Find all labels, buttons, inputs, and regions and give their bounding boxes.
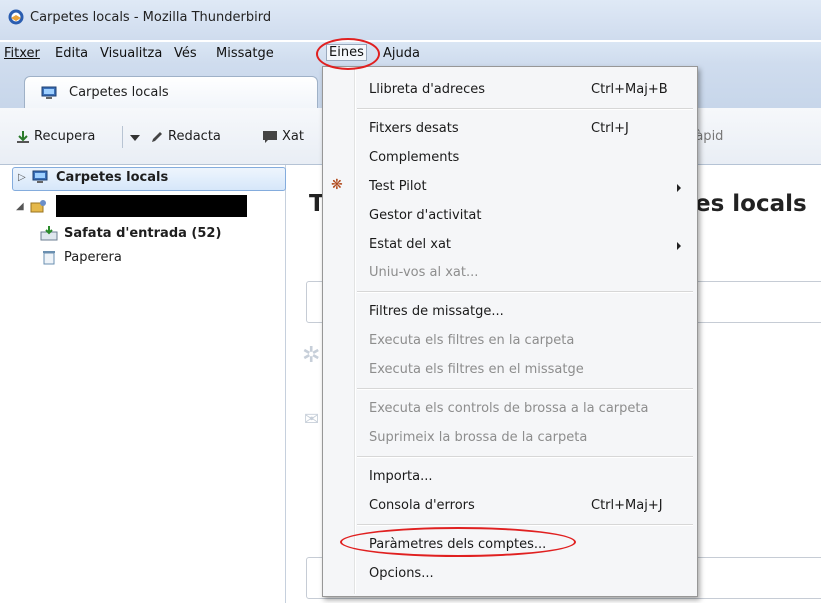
envelope-icon: ✉ [304,409,320,430]
redacted-account-name [56,195,247,217]
menu-item-account-settings[interactable]: Paràmetres dels comptes... [369,537,546,552]
menu-tools[interactable]: Eines [326,44,367,61]
trash-icon [43,251,55,265]
local-folders-icon [32,170,48,183]
menu-item-chat-status[interactable]: Estat del xat [369,237,451,252]
toolbar-separator [122,126,123,148]
menu-separator [357,524,693,526]
chat-button[interactable]: Xat [262,129,304,144]
menu-item-run-junk-controls[interactable]: Executa els controls de brossa a la carp… [369,401,648,416]
menu-go[interactable]: Vés [174,46,197,61]
menu-item-message-filters[interactable]: Filtres de missatge... [369,304,504,319]
menu-item-saved-files[interactable]: Fitxers desats [369,121,459,136]
window-title: Carpetes locals - Mozilla Thunderbird [30,10,272,25]
menu-message[interactable]: Missatge [216,46,274,61]
folder-trash[interactable]: Paperera [0,247,285,269]
folder-inbox[interactable]: Safata d'entrada (52) [0,223,285,245]
submenu-arrow-icon [677,184,681,192]
test-pilot-icon: ❋ [331,177,343,193]
menu-bar: Fitxer Edita Visualitza Vés Missatge Ein… [0,42,821,64]
menu-item-delete-junk[interactable]: Suprimeix la brossa de la carpeta [369,430,587,445]
download-icon [17,130,29,143]
expand-arrow-icon[interactable]: ▷ [18,172,26,183]
menu-separator [357,108,693,110]
gear-icon: ✲ [302,343,321,368]
menu-item-test-pilot[interactable]: Test Pilot [369,179,427,194]
menu-file[interactable]: Fitxer [4,46,40,61]
menu-edit[interactable]: Edita [55,46,88,61]
menu-gutter [354,69,356,594]
local-folders-icon [41,86,57,99]
menu-item-address-book[interactable]: Llibreta d'adreces [369,82,485,97]
get-messages-dropdown-icon[interactable] [130,135,140,141]
folder-local-folders[interactable]: ▷ Carpetes locals [0,167,285,189]
collapse-arrow-icon[interactable]: ◢ [16,201,24,212]
menu-separator [357,291,693,293]
menu-separator [357,456,693,458]
chat-bubble-icon [263,130,277,143]
menu-help[interactable]: Ajuda [383,46,420,61]
write-button[interactable]: Redacta [150,129,221,144]
menu-item-join-chat[interactable]: Uniu-vos al xat... [369,265,478,280]
submenu-arrow-icon [677,242,681,250]
tools-menu-dropdown: Llibreta d'adreces Ctrl+Maj+B Fitxers de… [322,66,698,597]
menu-view[interactable]: Visualitza [100,46,162,61]
tab-label: Carpetes locals [69,85,169,100]
inbox-icon [40,226,58,241]
get-messages-button[interactable]: Recupera [16,129,95,144]
menu-separator [357,388,693,390]
shortcut-error-console: Ctrl+Maj+J [591,498,663,513]
menu-item-run-filters-folder[interactable]: Executa els filtres en la carpeta [369,333,574,348]
menu-item-activity-manager[interactable]: Gestor d'activitat [369,208,482,223]
menu-item-run-filters-message[interactable]: Executa els filtres en el missatge [369,362,584,377]
menu-item-add-ons[interactable]: Complements [369,150,459,165]
title-bar: Carpetes locals - Mozilla Thunderbird [0,0,821,40]
page-title-end: tes locals [684,191,807,217]
account-icon [30,200,46,213]
shortcut-address-book: Ctrl+Maj+B [591,82,668,97]
shortcut-saved-files: Ctrl+J [591,121,629,136]
folder-pane: ▷ Carpetes locals ◢ Safata d'entrada (52… [0,165,286,603]
menu-item-import[interactable]: Importa... [369,469,433,484]
menu-item-options[interactable]: Opcions... [369,566,434,581]
tab-local-folders[interactable]: Carpetes locals [24,76,318,109]
pencil-icon [152,131,162,142]
thunderbird-logo-icon [8,9,24,25]
menu-item-error-console[interactable]: Consola d'errors [369,498,475,513]
